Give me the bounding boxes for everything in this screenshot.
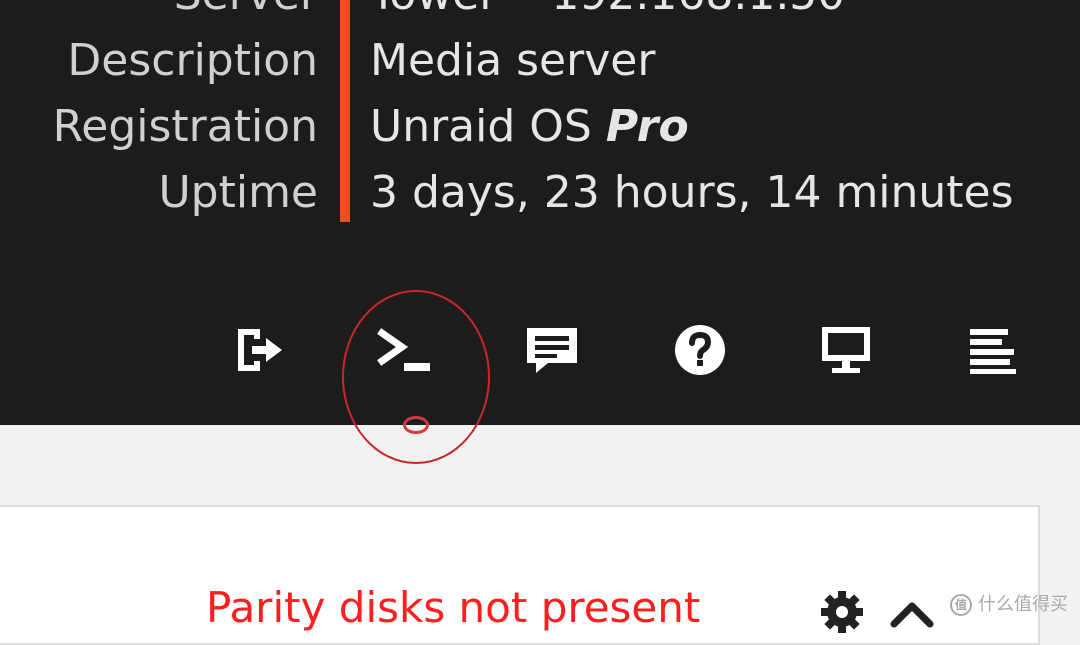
info-value-server: Tower • 192.168.1.50 bbox=[370, 0, 845, 28]
info-row-server: Server Tower • 192.168.1.50 bbox=[0, 0, 1080, 28]
info-value-registration[interactable]: Unraid OS Pro bbox=[370, 94, 689, 160]
terminal-icon bbox=[377, 328, 430, 371]
collapse-panel-button[interactable] bbox=[890, 596, 934, 632]
info-value-uptime: 3 days, 23 hours, 14 minutes bbox=[370, 167, 1014, 218]
chevron-up-icon bbox=[890, 602, 934, 628]
watermark-text: 什么值得买 bbox=[978, 594, 1068, 615]
registration-product: Unraid OS bbox=[370, 101, 606, 152]
terminal-button[interactable] bbox=[376, 320, 436, 380]
help-button[interactable] bbox=[670, 320, 730, 380]
help-icon bbox=[675, 325, 725, 375]
info-row-description: Description Media server bbox=[0, 28, 1080, 94]
log-button[interactable] bbox=[964, 320, 1024, 380]
watermark: 值 什么值得买 bbox=[950, 592, 1068, 618]
info-row-registration: Registration Unraid OS Pro bbox=[0, 94, 1080, 160]
log-icon bbox=[970, 329, 1016, 374]
info-label-description: Description bbox=[67, 35, 318, 86]
logout-icon bbox=[238, 329, 282, 371]
info-label-server: Server bbox=[174, 0, 318, 28]
header-toolbar bbox=[0, 310, 1080, 390]
info-label-registration: Registration bbox=[52, 101, 318, 152]
info-value-description: Media server bbox=[370, 35, 656, 86]
info-label-uptime: Uptime bbox=[158, 167, 318, 218]
info-row-uptime: Uptime 3 days, 23 hours, 14 minutes bbox=[0, 160, 1080, 226]
header-bar: Server Tower • 192.168.1.50 Description … bbox=[0, 0, 1080, 425]
watermark-logo: 值 bbox=[950, 594, 972, 616]
gear-icon bbox=[821, 591, 863, 633]
logout-button[interactable] bbox=[228, 320, 288, 380]
array-settings-button[interactable] bbox=[820, 590, 864, 638]
feedback-button[interactable] bbox=[522, 320, 582, 380]
info-accent-bar bbox=[340, 0, 350, 222]
console-button[interactable] bbox=[816, 320, 876, 380]
feedback-icon bbox=[527, 328, 577, 373]
registration-tier: Pro bbox=[605, 101, 689, 152]
monitor-icon bbox=[822, 327, 870, 373]
